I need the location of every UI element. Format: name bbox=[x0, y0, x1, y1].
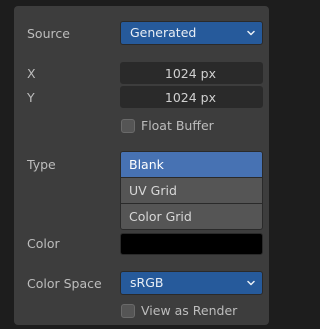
view-as-render-label: View as Render bbox=[141, 303, 238, 318]
color-space-value: sRGB bbox=[130, 275, 164, 290]
type-label: Type bbox=[27, 157, 56, 172]
size-x-field[interactable]: 1024 px bbox=[120, 62, 263, 84]
type-option-color-grid[interactable]: Color Grid bbox=[121, 203, 262, 229]
float-buffer-checkbox[interactable] bbox=[121, 119, 135, 133]
type-enum: Blank UV Grid Color Grid bbox=[120, 151, 263, 230]
view-as-render-checkbox[interactable] bbox=[121, 304, 135, 318]
type-option-blank[interactable]: Blank bbox=[121, 152, 262, 177]
size-y-label: Y bbox=[27, 90, 35, 105]
color-space-label: Color Space bbox=[27, 276, 102, 291]
chevron-down-icon bbox=[247, 30, 255, 36]
type-option-uv-grid[interactable]: UV Grid bbox=[121, 177, 262, 203]
color-space-dropdown[interactable]: sRGB bbox=[120, 271, 263, 295]
color-swatch[interactable] bbox=[120, 233, 263, 255]
source-dropdown[interactable]: Generated bbox=[120, 21, 263, 45]
size-x-label: X bbox=[27, 66, 36, 81]
float-buffer-label: Float Buffer bbox=[141, 118, 214, 133]
color-label: Color bbox=[27, 236, 60, 251]
source-value: Generated bbox=[130, 25, 197, 40]
size-y-field[interactable]: 1024 px bbox=[120, 86, 263, 108]
source-label: Source bbox=[27, 26, 70, 41]
chevron-down-icon bbox=[247, 280, 255, 286]
